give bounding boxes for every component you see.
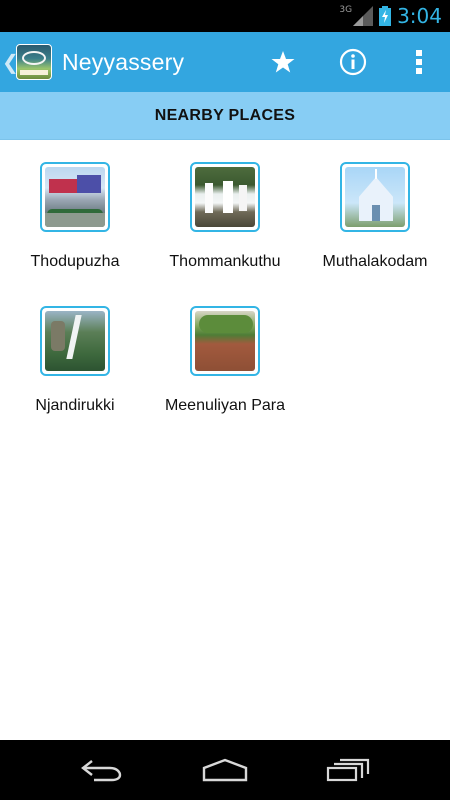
info-button[interactable]: [318, 32, 388, 92]
status-clock: 3:04: [397, 4, 442, 28]
info-icon: [339, 48, 367, 76]
favorite-button[interactable]: [248, 32, 318, 92]
place-thumbnail: [40, 162, 110, 232]
place-photo: [195, 167, 255, 227]
navigation-bar: [0, 740, 450, 800]
app-title: Neyyassery: [62, 48, 185, 75]
status-bar: 3G 3:04: [0, 0, 450, 32]
place-thumbnail: [190, 306, 260, 376]
signal-icon: [353, 6, 374, 26]
place-thumbnail: [340, 162, 410, 232]
network-type-label: 3G: [339, 5, 353, 15]
place-name: Njandirukki: [35, 397, 115, 414]
star-icon: [271, 51, 295, 73]
place-item-muthalakodam[interactable]: Muthalakodam: [300, 140, 450, 284]
section-title: NEARBY PLACES: [154, 106, 296, 124]
place-name: Muthalakodam: [322, 253, 428, 270]
overflow-menu-icon: [416, 50, 422, 74]
place-photo: [345, 167, 405, 227]
place-photo: [195, 311, 255, 371]
place-photo: [45, 167, 105, 227]
place-thumbnail: [40, 306, 110, 376]
place-item-meenuliyan-para[interactable]: Meenuliyan Para: [150, 284, 300, 428]
back-button[interactable]: [72, 740, 132, 800]
action-bar: ❮ Neyyassery: [0, 32, 450, 92]
battery-charging-icon: [379, 6, 392, 26]
place-name: Thodupuzha: [30, 253, 120, 270]
overflow-menu-button[interactable]: [388, 32, 450, 92]
place-name: Thommankuthu: [169, 253, 281, 270]
home-icon: [202, 758, 248, 782]
place-name: Meenuliyan Para: [164, 397, 286, 414]
action-bar-actions: [248, 32, 450, 92]
recent-apps-button[interactable]: [318, 740, 378, 800]
logo-ring: [22, 51, 46, 65]
logo-banner: [20, 70, 48, 75]
place-item-thommankuthu[interactable]: Thommankuthu: [150, 140, 300, 284]
home-button[interactable]: [195, 740, 255, 800]
status-icons: 3G 3:04: [339, 0, 442, 32]
section-header: NEARBY PLACES: [0, 92, 450, 140]
place-photo: [45, 311, 105, 371]
place-item-thodupuzha[interactable]: Thodupuzha: [0, 140, 150, 284]
place-thumbnail: [190, 162, 260, 232]
place-item-njandirukki[interactable]: Njandirukki: [0, 284, 150, 428]
back-icon: [80, 760, 121, 782]
app-logo[interactable]: [16, 44, 52, 80]
chevron-left-icon[interactable]: ❮: [2, 50, 19, 74]
recent-apps-icon: [327, 758, 370, 782]
